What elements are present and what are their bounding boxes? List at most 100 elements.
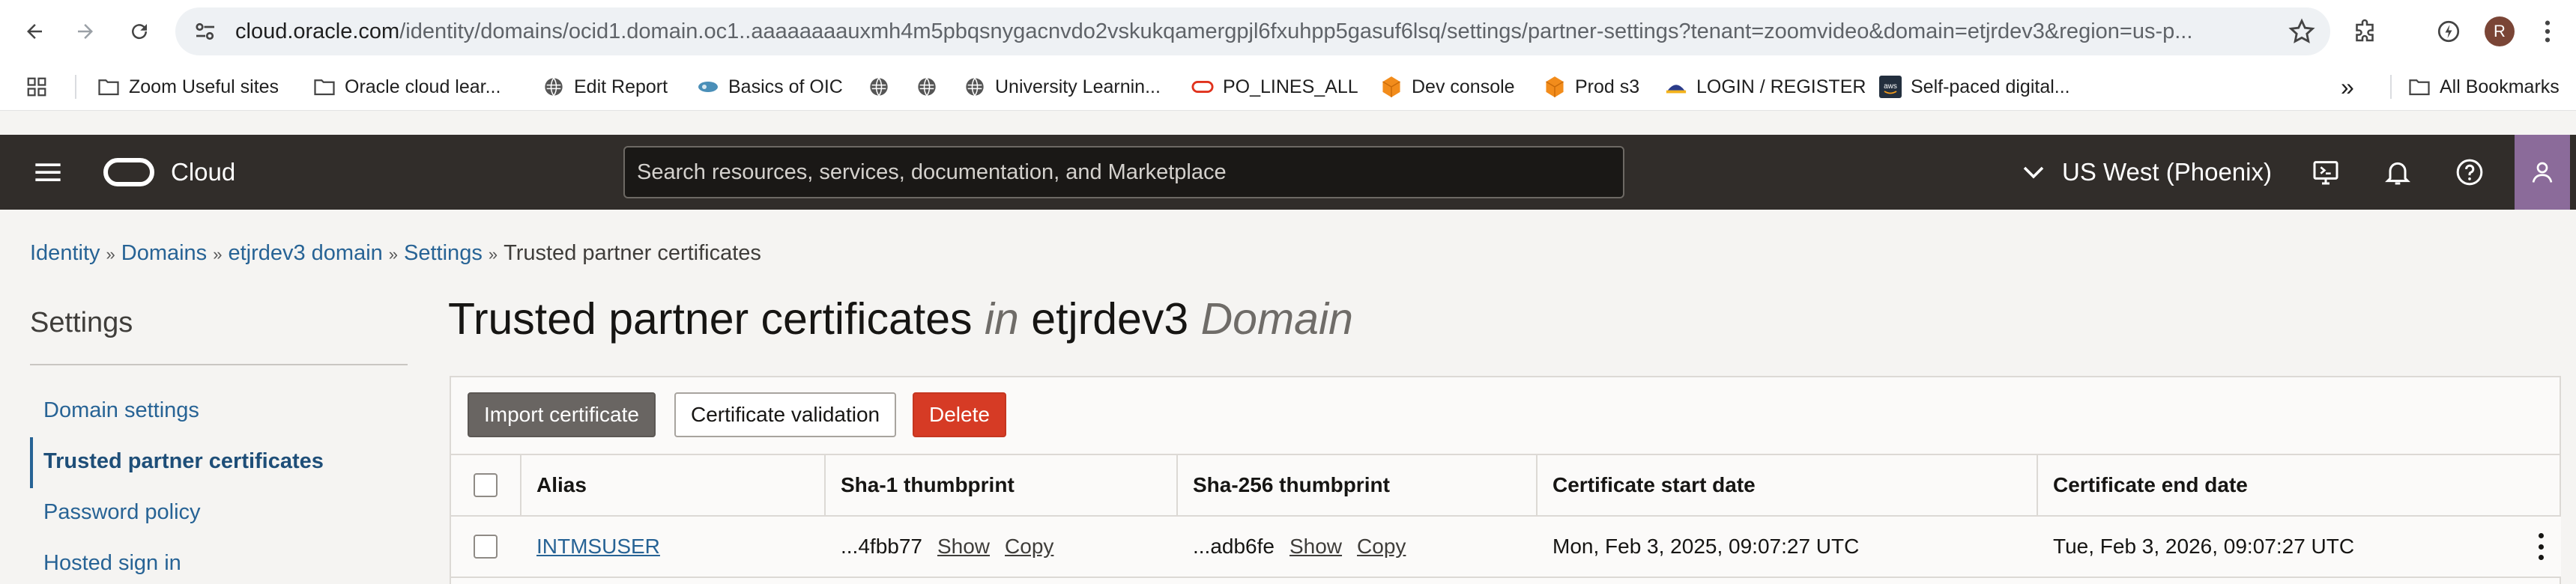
back-icon[interactable] (13, 10, 55, 52)
brand-name[interactable]: Cloud (171, 135, 235, 210)
column-header-start-date[interactable]: Certificate start date (1552, 455, 1756, 515)
bookmark-item[interactable]: Zoom Useful sites (97, 63, 279, 111)
search-placeholder: Search resources, services, documentatio… (637, 160, 1227, 184)
folder-icon (2408, 76, 2431, 98)
sha256-copy-link[interactable]: Copy (1357, 535, 1406, 559)
sidebar-active-indicator (30, 437, 33, 488)
hamburger-menu-icon[interactable] (33, 157, 63, 187)
bookmark-item[interactable]: Oracle cloud lear... (313, 63, 501, 111)
bookmarks-divider (2390, 75, 2392, 99)
page-title-domain-word: Domain (1200, 294, 1353, 344)
bookmark-label: PO_LINES_ALL (1223, 76, 1358, 97)
breadcrumb-link-domain[interactable]: etjrdev3 domain (228, 241, 382, 265)
column-divider (2037, 455, 2038, 515)
bookmark-label: Basics of OIC (728, 76, 843, 97)
user-profile-icon[interactable] (2515, 135, 2570, 210)
sidebar-item-domain-settings[interactable]: Domain settings (43, 398, 199, 423)
alias-link[interactable]: INTMSUSER (536, 535, 660, 559)
extensions-icon[interactable] (2345, 12, 2384, 51)
certificate-validation-button[interactable]: Certificate validation (674, 392, 897, 437)
breadcrumb-link-domains[interactable]: Domains (121, 241, 207, 265)
globe-icon (868, 76, 890, 98)
oracle-logo-icon[interactable] (103, 158, 154, 186)
forward-icon[interactable] (64, 10, 106, 52)
globe-icon (964, 76, 986, 98)
main-content: Identity » Domains » etjrdev3 domain » Setting… (0, 210, 2576, 584)
all-bookmarks-label: All Bookmarks (2440, 76, 2560, 97)
bookmark-item[interactable]: PO_LINES_ALL (1191, 63, 1358, 111)
bookmark-label: Zoom Useful sites (129, 76, 279, 97)
start-date-value: Mon, Feb 3, 2025, 09:07:27 UTC (1552, 535, 1860, 558)
bookmark-label: LOGIN / REGISTER (1696, 76, 1866, 97)
region-label: US West (Phoenix) (2062, 158, 2272, 186)
delete-button[interactable]: Delete (913, 392, 1006, 437)
site-settings-icon[interactable] (192, 18, 219, 45)
bookmark-item[interactable]: Dev console (1380, 63, 1515, 111)
bookmark-item[interactable]: Prod s3 (1544, 63, 1639, 111)
console-header: Cloud Search resources, services, docume… (0, 135, 2576, 210)
cloud-shell-icon[interactable] (2308, 154, 2344, 190)
import-certificate-button[interactable]: Import certificate (468, 392, 656, 437)
all-bookmarks-button[interactable]: All Bookmarks (2408, 63, 2560, 111)
table-header-row: Alias Sha-1 thumbprint Sha-256 thumbprin… (451, 455, 2561, 517)
certificates-table: Alias Sha-1 thumbprint Sha-256 thumbprin… (451, 454, 2561, 578)
sidebar-divider (30, 364, 408, 365)
region-selector[interactable]: US West (Phoenix) (2020, 135, 2272, 210)
sha1-copy-link[interactable]: Copy (1005, 535, 1053, 559)
page-title-in: in (984, 294, 1019, 344)
sidebar-item-trusted-partner-certificates[interactable]: Trusted partner certificates (43, 449, 324, 474)
address-bar[interactable]: cloud.oracle.com/identity/domains/ocid1.… (175, 7, 2330, 55)
column-header-end-date[interactable]: Certificate end date (2053, 455, 2248, 515)
svg-text:aws: aws (1884, 82, 1897, 91)
globe-icon (542, 76, 565, 98)
browser-toolbar: cloud.oracle.com/identity/domains/ocid1.… (0, 0, 2576, 63)
breadcrumb-separator: » (388, 245, 399, 264)
sidebar-item-password-policy[interactable]: Password policy (43, 500, 201, 525)
apps-grid-icon[interactable] (25, 63, 48, 111)
help-icon[interactable] (2452, 154, 2488, 190)
bookmark-item[interactable]: LOGIN / REGISTER (1665, 63, 1866, 111)
aws-cube-icon (1380, 76, 1403, 98)
column-divider (520, 455, 521, 515)
column-header-sha256[interactable]: Sha-256 thumbprint (1193, 455, 1390, 515)
bookmarks-overflow-button[interactable]: » (2341, 63, 2354, 111)
oracle-icon (1191, 76, 1214, 98)
url-text[interactable]: cloud.oracle.com/identity/domains/ocid1.… (235, 7, 2258, 55)
bookmark-item[interactable]: Edit Report (542, 63, 668, 111)
breadcrumb: Identity » Domains » etjrdev3 domain » Setting… (30, 241, 761, 266)
column-header-alias[interactable]: Alias (536, 455, 587, 515)
search-input[interactable]: Search resources, services, documentatio… (623, 146, 1624, 198)
bookmark-item[interactable] (916, 63, 947, 111)
sha1-show-link[interactable]: Show (937, 535, 990, 559)
row-checkbox[interactable] (474, 535, 498, 559)
bookmark-item[interactable] (868, 63, 899, 111)
oic-icon (697, 76, 719, 98)
reload-icon[interactable] (118, 10, 160, 52)
browser-profile-avatar[interactable]: R (2485, 16, 2515, 46)
bookmarks-divider (75, 75, 76, 99)
page-title-main: Trusted partner certificates (448, 294, 973, 344)
folder-icon (313, 76, 336, 98)
select-all-checkbox[interactable] (474, 473, 498, 497)
column-header-sha1[interactable]: Sha-1 thumbprint (841, 455, 1015, 515)
chevron-down-icon (2023, 166, 2044, 179)
sha256-show-link[interactable]: Show (1289, 535, 1342, 559)
bookmark-label: Oracle cloud lear... (345, 76, 501, 97)
menu-kebab-icon[interactable] (2528, 12, 2567, 51)
bookmark-item[interactable]: University Learnin... (964, 63, 1161, 111)
breadcrumb-link-settings[interactable]: Settings (404, 241, 483, 265)
bookmark-star-icon[interactable] (2287, 16, 2317, 46)
row-actions-kebab-icon[interactable] (2530, 530, 2552, 563)
certificates-panel: Import certificate Certificate validatio… (450, 376, 2561, 584)
bookmark-item[interactable]: Basics of OIC (697, 63, 843, 111)
bookmark-label: Prod s3 (1575, 76, 1640, 97)
performance-icon[interactable] (2429, 12, 2468, 51)
page-title-domain: etjrdev3 (1031, 294, 1189, 344)
sha256-value: ...adb6fe (1193, 535, 1275, 558)
hat-icon (1665, 76, 1687, 98)
page-title: Trusted partner certificates in etjrdev3… (448, 293, 1353, 344)
notifications-bell-icon[interactable] (2380, 154, 2416, 190)
breadcrumb-link-identity[interactable]: Identity (30, 241, 100, 265)
bookmark-item[interactable]: aws Self-paced digital... (1879, 63, 2070, 111)
sidebar-item-hosted-sign-in[interactable]: Hosted sign in (43, 551, 181, 576)
